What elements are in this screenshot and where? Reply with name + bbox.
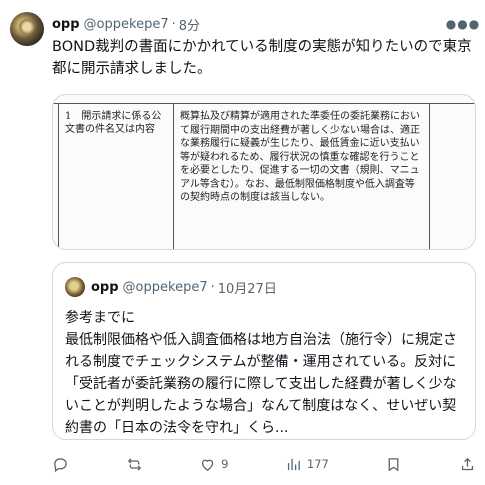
quote-display-name: opp bbox=[91, 279, 119, 295]
document-left-cell: 1 開示請求に係る公文書の件名又は内容 bbox=[58, 104, 174, 249]
post-header: opp @oppekepe7 · 8分 ●●● bbox=[52, 14, 479, 34]
like-button[interactable]: 9 bbox=[199, 450, 228, 478]
document-right-cell: 概算払及び精算が適用された準委任の委託業務において履行期間中の支出経費が著しく少… bbox=[174, 104, 430, 249]
display-name[interactable]: opp bbox=[52, 17, 80, 32]
post-text: BOND裁判の書面にかかれている制度の実態が知りたいので東京都に開示請求しました… bbox=[52, 39, 472, 77]
reply-icon bbox=[54, 457, 67, 472]
quote-date: 10月27日 bbox=[217, 281, 277, 297]
timestamp[interactable]: 8分 bbox=[179, 15, 200, 34]
quoted-post[interactable]: opp @oppekepe7 · 10月27日 参考までに 最低制限価格や低入調… bbox=[52, 262, 476, 440]
views-count: 177 bbox=[306, 457, 329, 471]
heart-icon bbox=[201, 459, 214, 471]
quote-avatar bbox=[65, 277, 85, 297]
document-image[interactable]: 1 開示請求に係る公文書の件名又は内容 概算払及び精算が適用された準委任の委託業… bbox=[52, 94, 476, 250]
analytics-icon bbox=[287, 458, 300, 470]
bookmark-icon bbox=[389, 457, 399, 471]
document-table: 1 開示請求に係る公文書の件名又は内容 概算払及び精算が適用された準委任の委託業… bbox=[53, 103, 475, 249]
handle[interactable]: @oppekepe7 bbox=[84, 17, 169, 32]
reply-button[interactable] bbox=[52, 450, 69, 478]
share-icon bbox=[461, 457, 474, 470]
separator: · bbox=[171, 16, 176, 32]
views-button[interactable]: 177 bbox=[285, 450, 329, 478]
share-button[interactable] bbox=[459, 450, 476, 478]
action-bar: 9 177 bbox=[52, 450, 476, 478]
post: opp @oppekepe7 · 8分 ●●● BOND裁判の書面にかかれている… bbox=[0, 0, 485, 485]
quote-header: opp @oppekepe7 · 10月27日 bbox=[91, 277, 277, 297]
avatar[interactable] bbox=[10, 12, 44, 46]
quote-handle: @oppekepe7 bbox=[122, 279, 208, 295]
like-count: 9 bbox=[221, 457, 229, 471]
quote-text: 参考までに 最低制限価格や低入調査価格は地方自治法（施行令）に規定される制度でチ… bbox=[65, 310, 457, 436]
bookmark-button[interactable] bbox=[385, 450, 402, 478]
repost-button[interactable] bbox=[126, 450, 143, 478]
repost-icon bbox=[127, 457, 141, 471]
quote-separator: · bbox=[210, 279, 215, 295]
more-horizontal-icon[interactable]: ●●● bbox=[446, 14, 479, 34]
